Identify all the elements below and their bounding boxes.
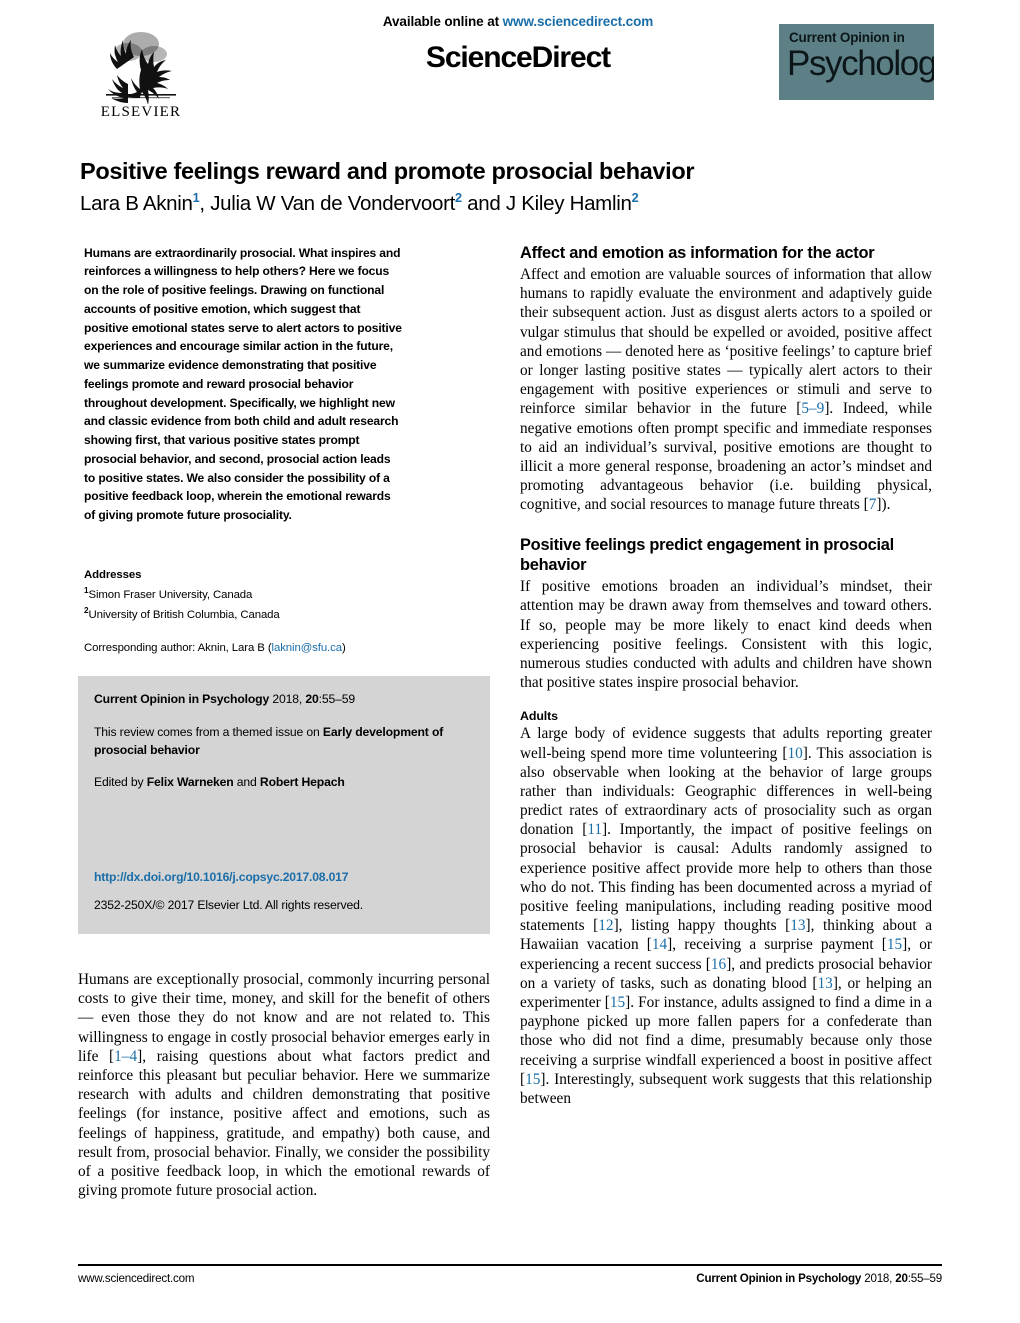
citation-ref-11[interactable]: 11: [587, 821, 602, 838]
sciencedirect-block: Available online at www.sciencedirect.co…: [308, 14, 728, 75]
author-2-name: Julia W Van de Vondervoort: [210, 192, 456, 216]
available-online-line: Available online at www.sciencedirect.co…: [308, 14, 728, 29]
author-3-affiliation-marker: 2: [631, 190, 639, 206]
address-line-2: 2University of British Columbia, Canada: [84, 605, 490, 624]
author-separator-1: ,: [199, 192, 211, 216]
addresses-heading: Addresses: [84, 568, 142, 581]
elsevier-wordmark: ELSEVIER: [100, 104, 182, 120]
journal-logo-line1: Current Opinion in: [789, 30, 905, 45]
editor-1-name: Felix Warneken: [146, 775, 234, 790]
footer-citation: Current Opinion in Psychology 2018, 20:5…: [696, 1272, 942, 1285]
elsevier-tree-icon: [106, 32, 176, 104]
intro-paragraph: Humans are exceptionally prosocial, comm…: [78, 970, 490, 1200]
themed-issue-prefix: This review comes from a themed issue on: [94, 724, 323, 739]
elsevier-logo: ELSEVIER: [92, 24, 190, 120]
subsection-heading-adults: Adults: [520, 709, 558, 724]
citation-volume: 20: [305, 692, 319, 707]
footer-year: 2018,: [861, 1272, 896, 1285]
citation-journal-name: Current Opinion in Psychology: [94, 692, 270, 707]
author-2-affiliation-marker: 2: [455, 190, 462, 206]
left-column-body: Humans are exceptionally prosocial, comm…: [78, 970, 490, 1200]
citation-ref-10[interactable]: 10: [787, 745, 802, 762]
footer-pages: :55–59: [907, 1272, 942, 1285]
author-separator-2: and: [461, 192, 506, 216]
sciencedirect-wordmark: ScienceDirect: [425, 41, 611, 74]
subsection-adults-body: A large body of evidence suggests that a…: [520, 724, 932, 1108]
positive-feelings-paragraph: If positive emotions broaden an individu…: [520, 578, 932, 692]
author-1-name: Lara B Aknin: [80, 192, 193, 216]
citation-ref-15b[interactable]: 15: [610, 994, 625, 1011]
two-column-layout: Humans are extraordinarily prosocial. Wh…: [78, 244, 942, 1201]
right-column: Affect and emotion as information for th…: [520, 244, 932, 1108]
footer-journal-name: Current Opinion in Psychology: [696, 1272, 862, 1285]
page-title: Positive feelings reward and promote pro…: [80, 158, 695, 184]
citation-ref-15a[interactable]: 15: [887, 936, 902, 953]
adults-part-11: ]. Interestingly, subsequent work sugges…: [520, 1070, 932, 1107]
citation-ref-15c[interactable]: 15: [525, 1071, 540, 1088]
footer-row: www.sciencedirect.com Current Opinion in…: [78, 1272, 942, 1285]
address-2-text: University of British Columbia, Canada: [88, 608, 280, 621]
masthead: ELSEVIER Available online at www.science…: [78, 0, 942, 134]
copyright-line: 2352-250X/© 2017 Elsevier Ltd. All right…: [94, 897, 363, 912]
citation-ref-5-9[interactable]: 5–9: [801, 400, 824, 417]
citation-line: Current Opinion in Psychology 2018, 20:5…: [94, 690, 474, 708]
citation-year: 2018,: [269, 692, 306, 707]
author-list: Lara B Aknin1, Julia W Van de Vondervoor…: [80, 191, 940, 215]
journal-logo-line2: Psychology: [787, 44, 934, 83]
doi-link[interactable]: http://dx.doi.org/10.1016/j.copsyc.2017.…: [94, 868, 474, 886]
footer-sciencedirect-url[interactable]: www.sciencedirect.com: [78, 1272, 194, 1285]
addresses-block: Addresses 1Simon Fraser University, Cana…: [84, 567, 490, 625]
affect-paragraph: Affect and emotion are valuable sources …: [520, 265, 932, 514]
intro-part-2: ], raising questions about what factors …: [78, 1047, 490, 1200]
citation-pages: :55–59: [318, 692, 356, 707]
title-block: Positive feelings reward and promote pro…: [78, 158, 942, 216]
footer-divider: [78, 1264, 942, 1266]
author-3-name: J Kiley Hamlin: [505, 192, 632, 216]
section-positive-feelings-body: If positive emotions broaden an individu…: [520, 577, 932, 692]
citation-ref-13a[interactable]: 13: [790, 917, 805, 934]
editor-2-name: Robert Hepach: [259, 775, 345, 790]
corresponding-prefix: Corresponding author: Aknin, Lara B (: [84, 642, 272, 655]
adults-paragraph: A large body of evidence suggests that a…: [520, 724, 932, 1108]
journal-logo: Current Opinion in Psychology: [779, 24, 934, 100]
citation-ref-16[interactable]: 16: [711, 956, 726, 973]
citation-ref-12[interactable]: 12: [598, 917, 613, 934]
section-affect-emotion-body: Affect and emotion are valuable sources …: [520, 265, 932, 514]
adults-part-4: ], listing happy thoughts [: [613, 917, 791, 935]
editors-line: Edited by Felix Warneken and Robert Hepa…: [94, 773, 474, 791]
affect-part-1: Affect and emotion are valuable sources …: [520, 266, 932, 418]
citation-ref-1-4[interactable]: 1–4: [114, 1048, 137, 1065]
editors-conjunction: and: [233, 775, 260, 790]
footer-volume: 20: [895, 1272, 908, 1285]
available-online-prefix: Available online at: [382, 14, 503, 29]
address-line-1: 1Simon Fraser University, Canada: [84, 585, 490, 604]
affect-part-3: ]).: [876, 496, 891, 514]
left-column: Humans are extraordinarily prosocial. Wh…: [78, 244, 490, 1201]
citation-ref-14[interactable]: 14: [652, 936, 667, 953]
address-1-text: Simon Fraser University, Canada: [88, 589, 253, 602]
edited-by-prefix: Edited by: [94, 775, 147, 790]
paper-page: ELSEVIER Available online at www.science…: [0, 0, 1020, 1323]
abstract-text: Humans are extraordinarily prosocial. Wh…: [84, 245, 402, 522]
adults-part-6: ], receiving a surprise payment [: [667, 936, 887, 954]
corresponding-author: Corresponding author: Aknin, Lara B (lak…: [84, 642, 490, 654]
citation-ref-13b[interactable]: 13: [818, 975, 833, 992]
corresponding-email-link[interactable]: laknin@sfu.ca: [272, 642, 343, 654]
corresponding-suffix: ): [341, 642, 346, 655]
themed-issue-line: This review comes from a themed issue on…: [94, 723, 474, 760]
page-footer: www.sciencedirect.com Current Opinion in…: [78, 1264, 942, 1285]
journal-info-box: Current Opinion in Psychology 2018, 20:5…: [78, 676, 490, 935]
sciencedirect-url-link[interactable]: www.sciencedirect.com: [503, 14, 654, 29]
section-heading-positive-feelings-predict: Positive feelings predict engagement in …: [520, 536, 894, 574]
section-heading-affect-emotion: Affect and emotion as information for th…: [520, 243, 875, 262]
